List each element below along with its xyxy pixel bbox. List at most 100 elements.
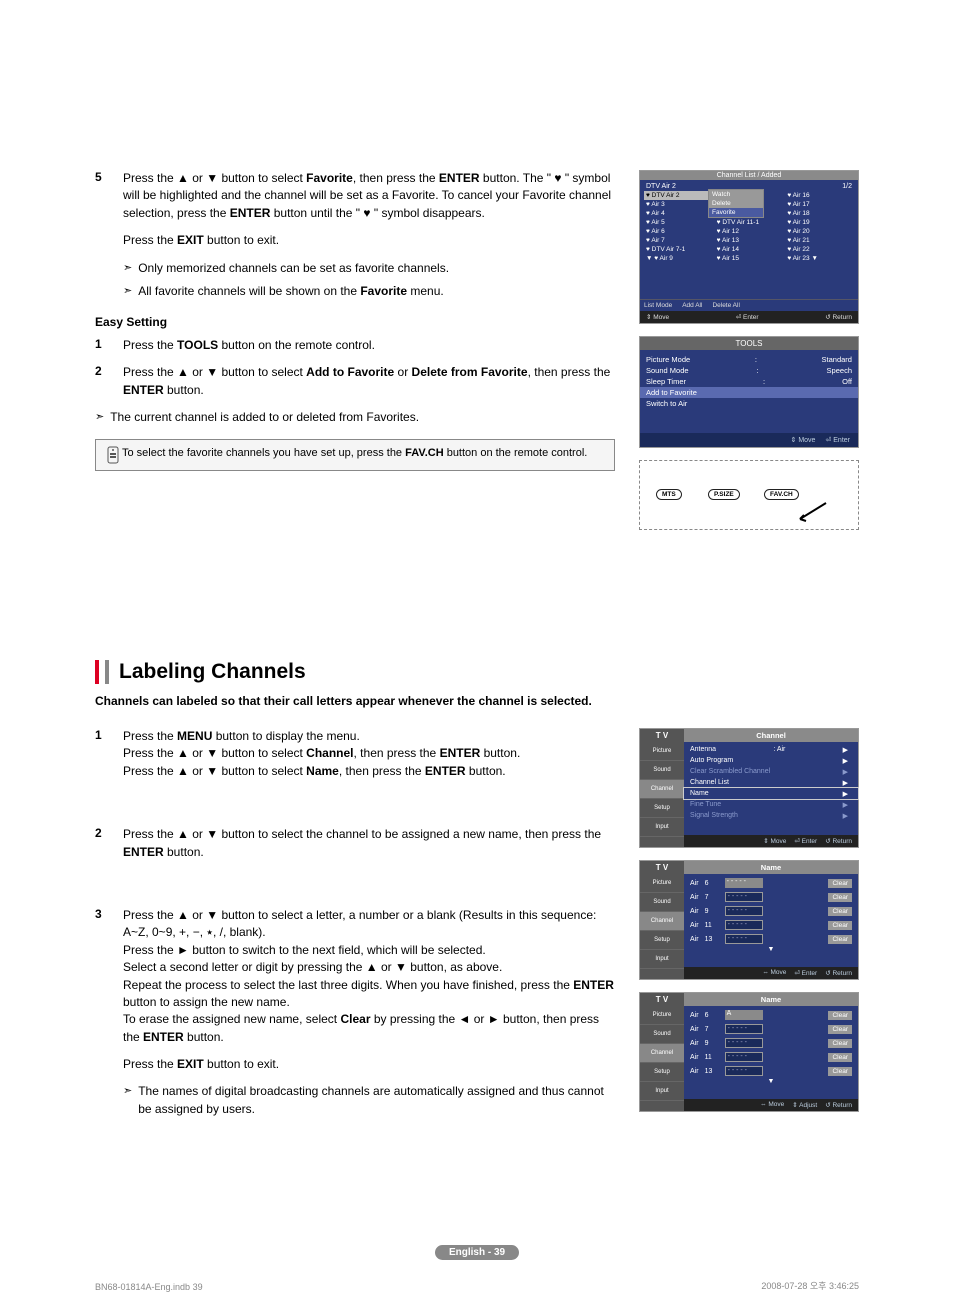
- text: Air: [690, 908, 699, 915]
- text: button on the remote control.: [218, 338, 375, 352]
- text: Repeat the process to select the last th…: [123, 978, 573, 992]
- text: Air 7: [651, 237, 664, 244]
- text: Press the ▲ or ▼ button to select a lett…: [123, 908, 596, 939]
- accent-bar-icon: [95, 660, 99, 684]
- list-item: Clear Scrambled Channel ▶: [684, 766, 858, 777]
- osd-tv-label: T V: [640, 729, 684, 742]
- text: button to exit.: [204, 233, 279, 247]
- text: button.: [164, 845, 204, 859]
- name-field: - - - - -: [725, 1066, 763, 1076]
- list-item: Sound Mode:Speech: [646, 365, 852, 376]
- tab-setup: Setup: [640, 931, 684, 950]
- clear-button: Clear: [828, 935, 852, 944]
- text: Air: [690, 1068, 699, 1075]
- text: Press the ▲ or ▼ button to select: [123, 365, 306, 379]
- text: Sleep Timer: [646, 377, 686, 386]
- text: Standard: [822, 355, 852, 364]
- text: Press the ▲ or ▼ button to select: [123, 764, 306, 778]
- text: 7: [705, 1026, 719, 1033]
- tab-channel: Channel: [640, 912, 684, 931]
- name-field: - - - - -: [725, 906, 763, 916]
- text: Air 9: [660, 255, 673, 262]
- list-item: ♥ Air 4: [644, 209, 713, 218]
- text: List Mode: [644, 302, 672, 309]
- text: 6: [705, 1012, 719, 1019]
- list-item: Air13- - - - -Clear: [684, 1064, 858, 1078]
- text: All favorite channels will be shown on t…: [138, 283, 444, 301]
- text: button until the ": [270, 206, 363, 220]
- text: , then press the: [353, 171, 439, 185]
- text: Clear: [340, 1012, 370, 1026]
- text: 11: [705, 1054, 719, 1061]
- text: Clear Scrambled Channel: [690, 768, 770, 776]
- list-item: ♥ Air 16: [785, 191, 854, 200]
- text: , /, blank).: [213, 925, 266, 939]
- text: Delete: [709, 199, 763, 208]
- page-badge: English - 39: [435, 1245, 519, 1260]
- name-field: - - - - -: [725, 892, 763, 902]
- tab-picture: Picture: [640, 874, 684, 893]
- list-item: Air9- - - - -Clear: [684, 904, 858, 918]
- text: Air: [690, 1054, 699, 1061]
- text: Move: [798, 437, 815, 444]
- text: Return: [832, 970, 852, 977]
- text: :: [757, 366, 759, 375]
- text: Air 18: [793, 210, 810, 217]
- text: :: [755, 355, 757, 364]
- text: EXIT: [177, 233, 204, 247]
- text: MENU: [177, 729, 212, 743]
- osd-channel-menu: T V Picture Sound Channel Setup Input Ch…: [639, 728, 859, 848]
- tab-sound: Sound: [640, 1025, 684, 1044]
- text: ENTER: [425, 764, 466, 778]
- text: Return: [832, 838, 852, 845]
- text: Enter: [833, 437, 850, 444]
- chevron-right-icon: ▶: [843, 757, 848, 765]
- text: Air 17: [793, 201, 810, 208]
- name-field: - - - - -: [725, 920, 763, 930]
- list-item: Air11- - - - -Clear: [684, 1050, 858, 1064]
- step-body: Press the TOOLS button on the remote con…: [123, 337, 615, 354]
- print-mark-right: 2008-07-28 오후 3:46:25: [761, 1279, 859, 1292]
- text: Air 5: [651, 219, 664, 226]
- step-2: 2 Press the ▲ or ▼ button to select the …: [95, 826, 615, 861]
- chevron-right-icon: ▶: [843, 768, 848, 776]
- text: 6: [705, 880, 719, 887]
- osd-tv-label: T V: [640, 993, 684, 1006]
- text: 11: [705, 922, 719, 929]
- chevron-right-icon: ▶: [843, 790, 848, 798]
- text: TOOLS: [177, 338, 218, 352]
- note-text: To select the favorite channels you have…: [122, 446, 587, 464]
- name-field: - - - - -: [725, 1024, 763, 1034]
- text: Select a second letter or digit by press…: [123, 960, 502, 974]
- osd-name-2: T V Picture Sound Channel Setup Input Na…: [639, 992, 859, 1112]
- note-row: ➣ The names of digital broadcasting chan…: [123, 1083, 615, 1118]
- chevron-right-icon: ▶: [843, 779, 848, 787]
- text: ENTER: [439, 171, 480, 185]
- text: Air: [690, 922, 699, 929]
- name-field: - - - - -: [725, 1052, 763, 1062]
- list-item: ♥ DTV Air 7-1: [644, 245, 713, 254]
- note-row: ➣ The current channel is added to or del…: [95, 409, 615, 427]
- enter-icon: ⏎: [794, 838, 801, 845]
- list-item: ♥ Air 17: [785, 200, 854, 209]
- tab-sound: Sound: [640, 761, 684, 780]
- callout-arrow-icon: [792, 501, 828, 531]
- step-number: 1: [95, 337, 123, 354]
- list-item: ♥ Air 23 ▼: [785, 254, 854, 263]
- list-item: ♥ Air 20: [785, 227, 854, 236]
- enter-icon: ⏎: [736, 314, 743, 321]
- osd-foot: ⇔ Move ⇕ Adjust ↺ Return: [684, 1099, 858, 1111]
- list-item: ▼ ♥ Air 9: [644, 254, 713, 263]
- osd-foot: ⇕ Move ⏎ Enter: [640, 433, 858, 447]
- text: Press the ▲ or ▼ button to select: [123, 171, 306, 185]
- text: Air: [690, 1012, 699, 1019]
- text: Channel: [306, 746, 353, 760]
- step-number: 1: [95, 728, 123, 780]
- text: Air: [690, 936, 699, 943]
- text: Air 20: [793, 228, 810, 235]
- text: Enter: [802, 838, 818, 845]
- text: Delete All: [712, 302, 739, 309]
- text: , then press the: [339, 764, 425, 778]
- chevron-right-icon: ▶: [843, 746, 848, 754]
- list-item: ♥ Air 21: [785, 236, 854, 245]
